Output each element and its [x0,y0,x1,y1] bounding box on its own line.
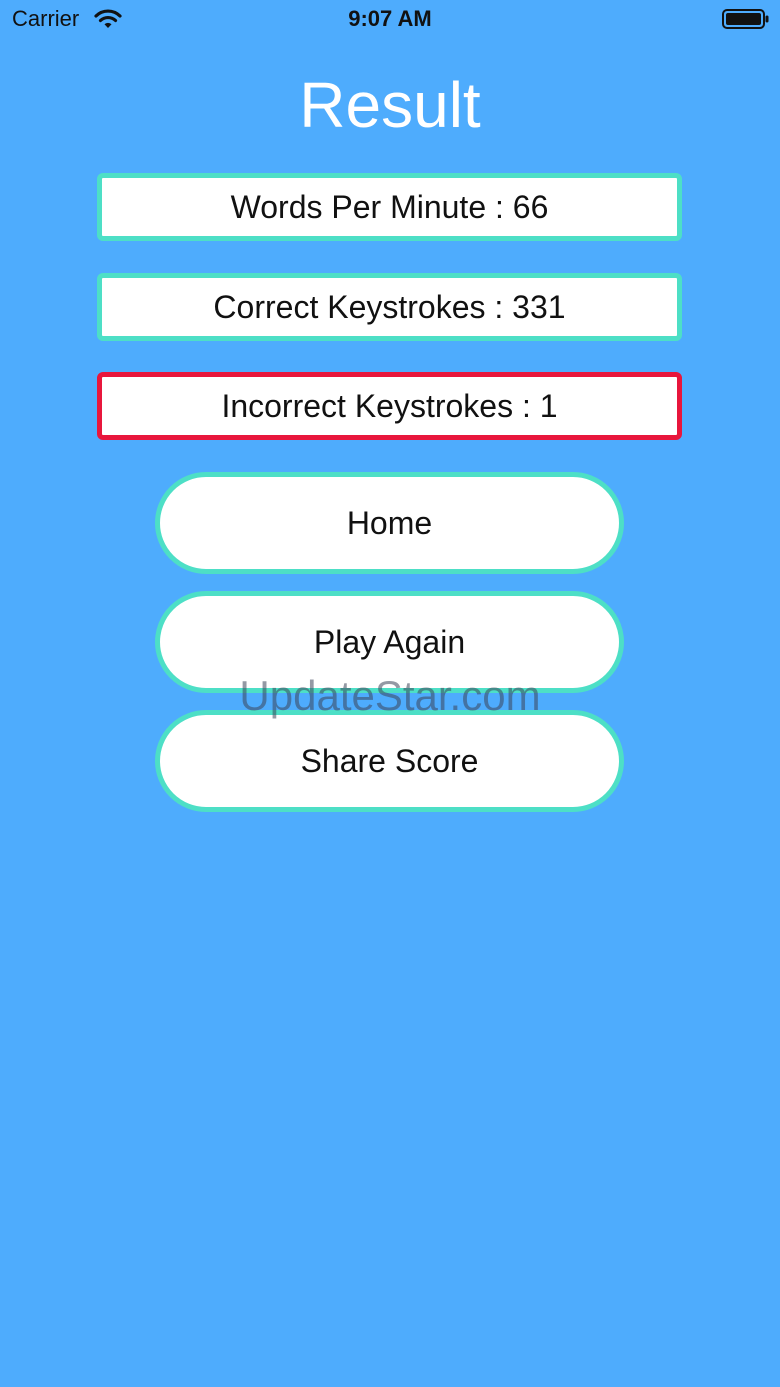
status-time: 9:07 AM [348,6,432,31]
words-per-minute-box: Words Per Minute : 66 [97,173,682,241]
home-button[interactable]: Home [155,472,624,574]
play-again-button[interactable]: Play Again [155,591,624,693]
share-score-button[interactable]: Share Score [155,710,624,812]
status-bar: Carrier 9:07 AM [0,0,780,40]
page-title: Result [299,69,481,141]
correct-keystrokes-box: Correct Keystrokes : 331 [97,273,682,341]
battery-icon [722,9,770,29]
incorrect-keystrokes-box: Incorrect Keystrokes : 1 [97,372,682,440]
